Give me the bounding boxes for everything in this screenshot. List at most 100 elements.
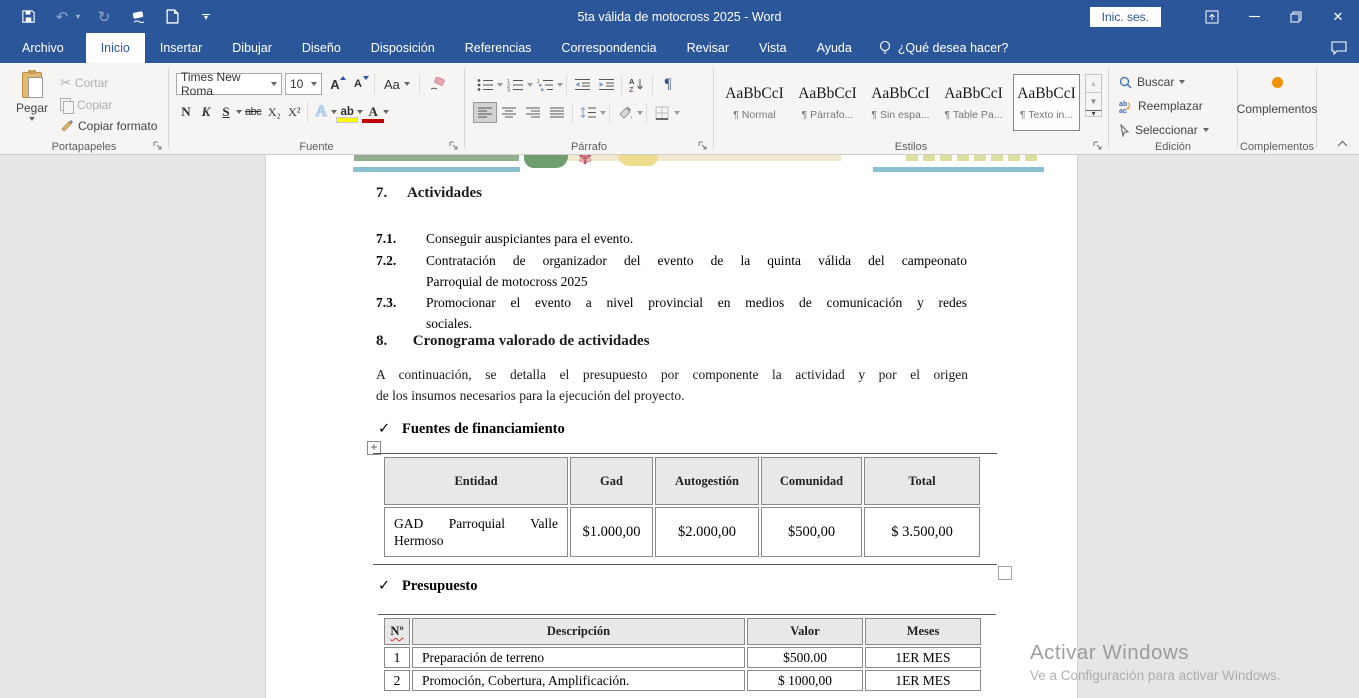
- svg-text:ab: ab: [1119, 101, 1127, 108]
- group-estilos: AaBbCcI¶ Normal AaBbCcI¶ Párrafo... AaBb…: [714, 63, 1108, 154]
- grow-font-button[interactable]: A: [325, 74, 345, 94]
- multilevel-list-icon[interactable]: 1: [533, 74, 557, 95]
- collapse-ribbon-icon[interactable]: [1333, 136, 1351, 150]
- tab-ayuda[interactable]: Ayuda: [802, 33, 867, 63]
- decrease-indent-icon[interactable]: [570, 74, 594, 95]
- tab-referencias[interactable]: Referencias: [450, 33, 547, 63]
- align-right-icon[interactable]: [521, 102, 545, 123]
- select-cursor-icon: [1119, 124, 1130, 137]
- borders-icon[interactable]: [650, 102, 674, 123]
- ribbon-display-options-icon[interactable]: [1191, 0, 1233, 33]
- numbering-icon[interactable]: 123: [503, 74, 527, 95]
- bullets-icon[interactable]: [473, 74, 497, 95]
- justify-icon[interactable]: [545, 102, 569, 123]
- intro-paragraph: A continuación, se detalla el presupuest…: [376, 364, 968, 406]
- tab-dibujar[interactable]: Dibujar: [217, 33, 287, 63]
- letterhead-band: [561, 155, 841, 161]
- letterhead-crest-flower-icon: ✾: [578, 155, 592, 169]
- parrafo-dialog-launcher-icon[interactable]: [697, 140, 709, 152]
- find-button[interactable]: Buscar: [1119, 72, 1237, 92]
- lightbulb-icon: [879, 40, 891, 56]
- clear-format-eraser-icon: [429, 77, 445, 91]
- svg-text:ac: ac: [1119, 108, 1127, 113]
- copy-button[interactable]: Copiar: [56, 96, 161, 114]
- list-item-7-3: 7.3. Promocionar el evento a nivel provi…: [376, 292, 973, 334]
- styles-scroll-up-icon[interactable]: ▲: [1085, 74, 1102, 93]
- redo-icon[interactable]: ↻: [94, 7, 114, 27]
- tab-disposicion[interactable]: Disposición: [356, 33, 450, 63]
- italic-button[interactable]: K: [196, 102, 216, 122]
- table-resize-handle[interactable]: [998, 566, 1012, 580]
- sign-in-button[interactable]: Inic. ses.: [1090, 7, 1161, 27]
- subscript-button[interactable]: X₂: [264, 102, 284, 122]
- font-name-select[interactable]: Times New Roma: [176, 73, 282, 95]
- restore-button[interactable]: [1275, 0, 1317, 33]
- style-texto-independiente[interactable]: AaBbCcI¶ Texto in...: [1013, 74, 1080, 131]
- fuente-dialog-launcher-icon[interactable]: [448, 140, 460, 152]
- sort-icon[interactable]: AZ: [625, 74, 649, 95]
- close-button[interactable]: ✕: [1317, 0, 1359, 33]
- styles-more-icon[interactable]: ▾: [1085, 110, 1102, 117]
- table-row: 1 Preparación de terreno $500.00 1ER MES: [384, 647, 981, 668]
- estilos-dialog-launcher-icon[interactable]: [1092, 140, 1104, 152]
- group-fuente: Times New Roma 10 A A Aa N K S abc X₂ X²: [169, 63, 464, 154]
- tab-archivo[interactable]: Archivo: [0, 33, 86, 63]
- draw-eraser-icon[interactable]: [128, 7, 148, 27]
- portapapeles-dialog-launcher-icon[interactable]: [152, 140, 164, 152]
- style-sin-espaciado[interactable]: AaBbCcI¶ Sin espa...: [867, 74, 934, 131]
- select-button[interactable]: Seleccionar: [1119, 120, 1237, 140]
- align-center-icon[interactable]: [497, 102, 521, 123]
- shrink-font-button[interactable]: A: [348, 74, 368, 94]
- minimize-button[interactable]: [1233, 0, 1275, 33]
- tab-correspondencia[interactable]: Correspondencia: [546, 33, 671, 63]
- style-parrafo[interactable]: AaBbCcI¶ Párrafo...: [794, 74, 861, 131]
- format-painter-button[interactable]: Copiar formato: [56, 117, 161, 135]
- increase-indent-icon[interactable]: [594, 74, 618, 95]
- paste-dropdown-icon[interactable]: [29, 117, 35, 121]
- replace-icon: abac: [1119, 99, 1133, 113]
- word-window: ↶ ▾ ↻ ▾ 5ta válida de motocross 2025 - W…: [0, 0, 1359, 698]
- font-color-dropdown-icon[interactable]: [383, 110, 389, 114]
- change-case-button[interactable]: Aa: [381, 74, 413, 94]
- windows-activation-watermark: Activar Windows Ve a Configuración para …: [1030, 641, 1281, 683]
- undo-icon[interactable]: ↶: [52, 7, 72, 27]
- line-spacing-icon[interactable]: [576, 102, 600, 123]
- clear-formatting-button[interactable]: [426, 74, 448, 94]
- tell-me-box[interactable]: ¿Qué desea hacer?: [867, 33, 1021, 63]
- style-normal[interactable]: AaBbCcI¶ Normal: [721, 74, 788, 131]
- ribbon-tabs: Archivo Inicio Insertar Dibujar Diseño D…: [0, 33, 1359, 63]
- addins-button[interactable]: Complementos: [1238, 68, 1316, 116]
- tab-diseno[interactable]: Diseño: [287, 33, 356, 63]
- shading-icon[interactable]: [613, 102, 637, 123]
- strikethrough-button[interactable]: abc: [242, 102, 264, 122]
- group-complementos: Complementos Complementos: [1238, 63, 1316, 154]
- tab-vista[interactable]: Vista: [744, 33, 802, 63]
- customize-qat-icon[interactable]: ▾: [196, 7, 216, 27]
- text-effects-button[interactable]: A: [311, 102, 331, 122]
- underline-button[interactable]: S: [216, 102, 236, 122]
- save-icon[interactable]: [18, 7, 38, 27]
- budget-table[interactable]: Nº Descripción Valor Meses 1 Preparación…: [382, 616, 983, 693]
- bold-button[interactable]: N: [176, 102, 196, 122]
- style-table-paragraph[interactable]: AaBbCcI¶ Table Pa...: [940, 74, 1007, 131]
- undo-dropdown-icon[interactable]: ▾: [76, 12, 80, 21]
- tab-insertar[interactable]: Insertar: [145, 33, 217, 63]
- heading-cronograma: 8. Cronograma valorado de actividades: [376, 333, 650, 350]
- font-size-select[interactable]: 10: [285, 73, 322, 95]
- tab-inicio[interactable]: Inicio: [86, 33, 145, 63]
- document-page[interactable]: ✾ 7. Actividades 7.1. Conseguir auspicia…: [265, 155, 1078, 698]
- letterhead-teal-bar-right: [873, 167, 1044, 172]
- align-left-icon[interactable]: [473, 102, 497, 123]
- cut-button[interactable]: ✂Cortar: [56, 73, 161, 93]
- replace-button[interactable]: abac Reemplazar: [1119, 96, 1237, 116]
- show-paragraph-marks-icon[interactable]: ¶: [656, 74, 680, 95]
- search-icon: [1119, 76, 1132, 89]
- superscript-button[interactable]: X²: [284, 102, 304, 122]
- feedback-bubble-icon[interactable]: [1331, 41, 1347, 55]
- format-painter-icon: [60, 119, 74, 133]
- font-color-button[interactable]: A: [363, 102, 383, 122]
- highlight-button[interactable]: ab: [337, 102, 357, 122]
- tab-revisar[interactable]: Revisar: [672, 33, 744, 63]
- financing-table[interactable]: Entidad Gad Autogestión Comunidad Total …: [382, 455, 982, 559]
- new-document-icon[interactable]: [162, 7, 182, 27]
